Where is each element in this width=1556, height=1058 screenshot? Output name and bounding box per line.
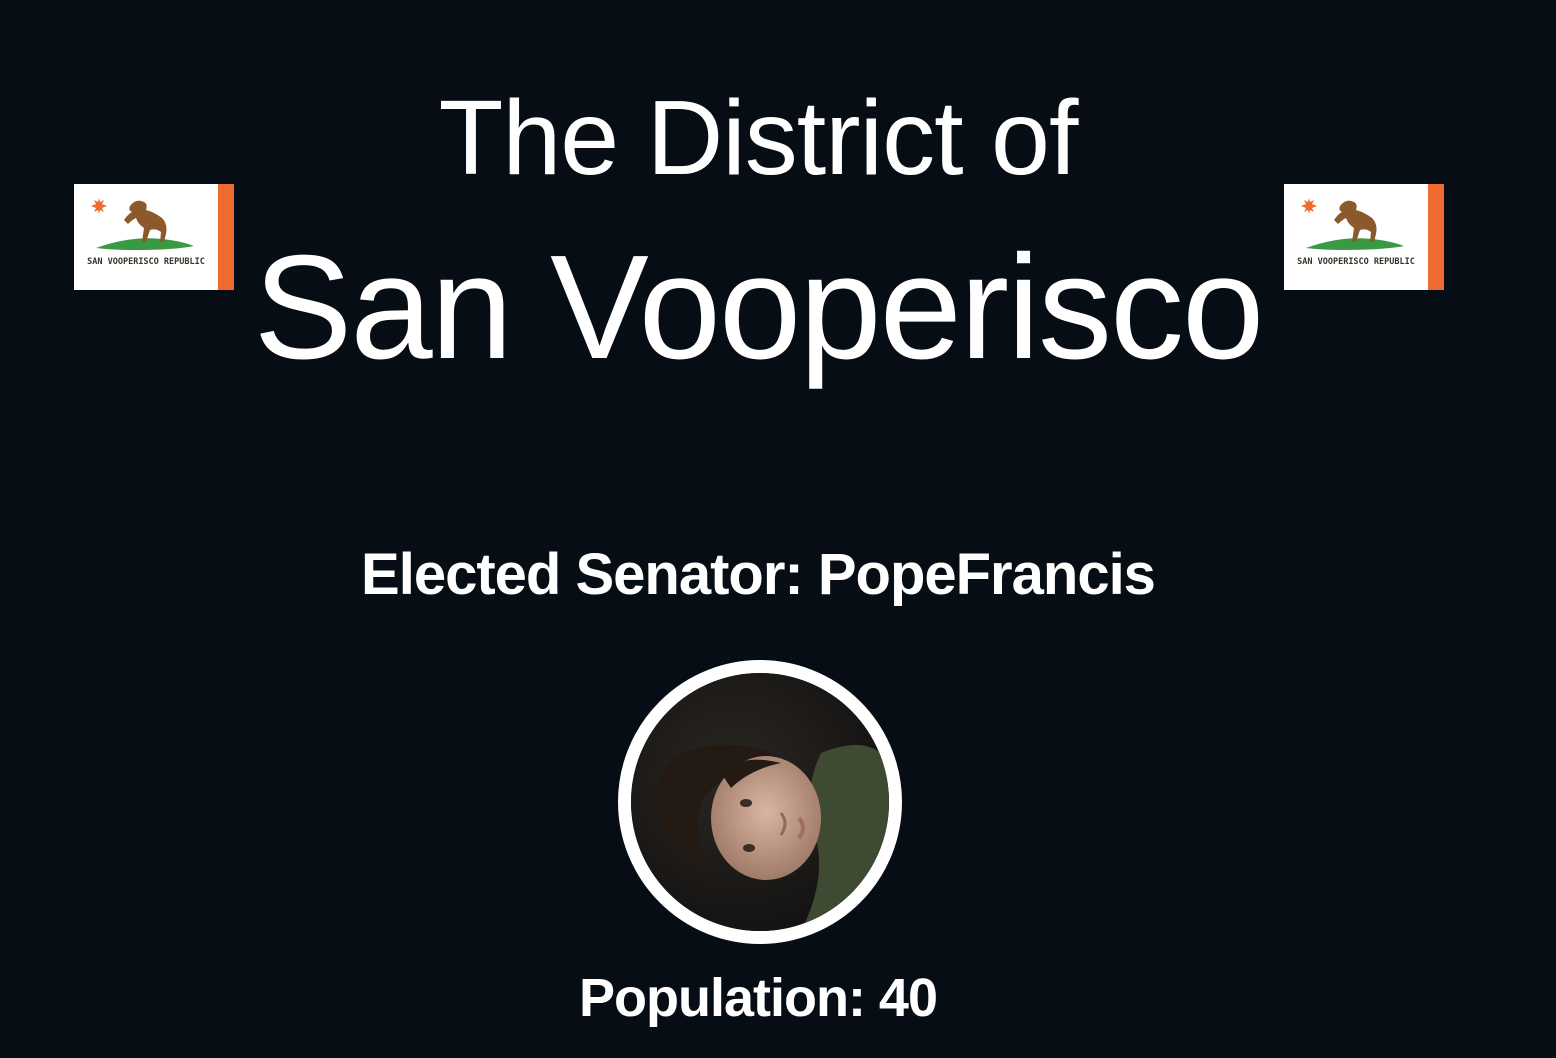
avatar-photo	[631, 673, 889, 931]
district-title-line2: San Vooperisco	[253, 225, 1265, 390]
elected-senator-label: Elected Senator: PopeFrancis	[361, 542, 1156, 607]
population-label: Population: 40	[578, 968, 938, 1028]
district-title-line1: The District of	[438, 79, 1079, 197]
district-page: SAN VOOPERISCO REPUBLIC SAN VOOPERISCO R…	[0, 0, 1556, 1058]
senator-avatar	[618, 660, 902, 944]
